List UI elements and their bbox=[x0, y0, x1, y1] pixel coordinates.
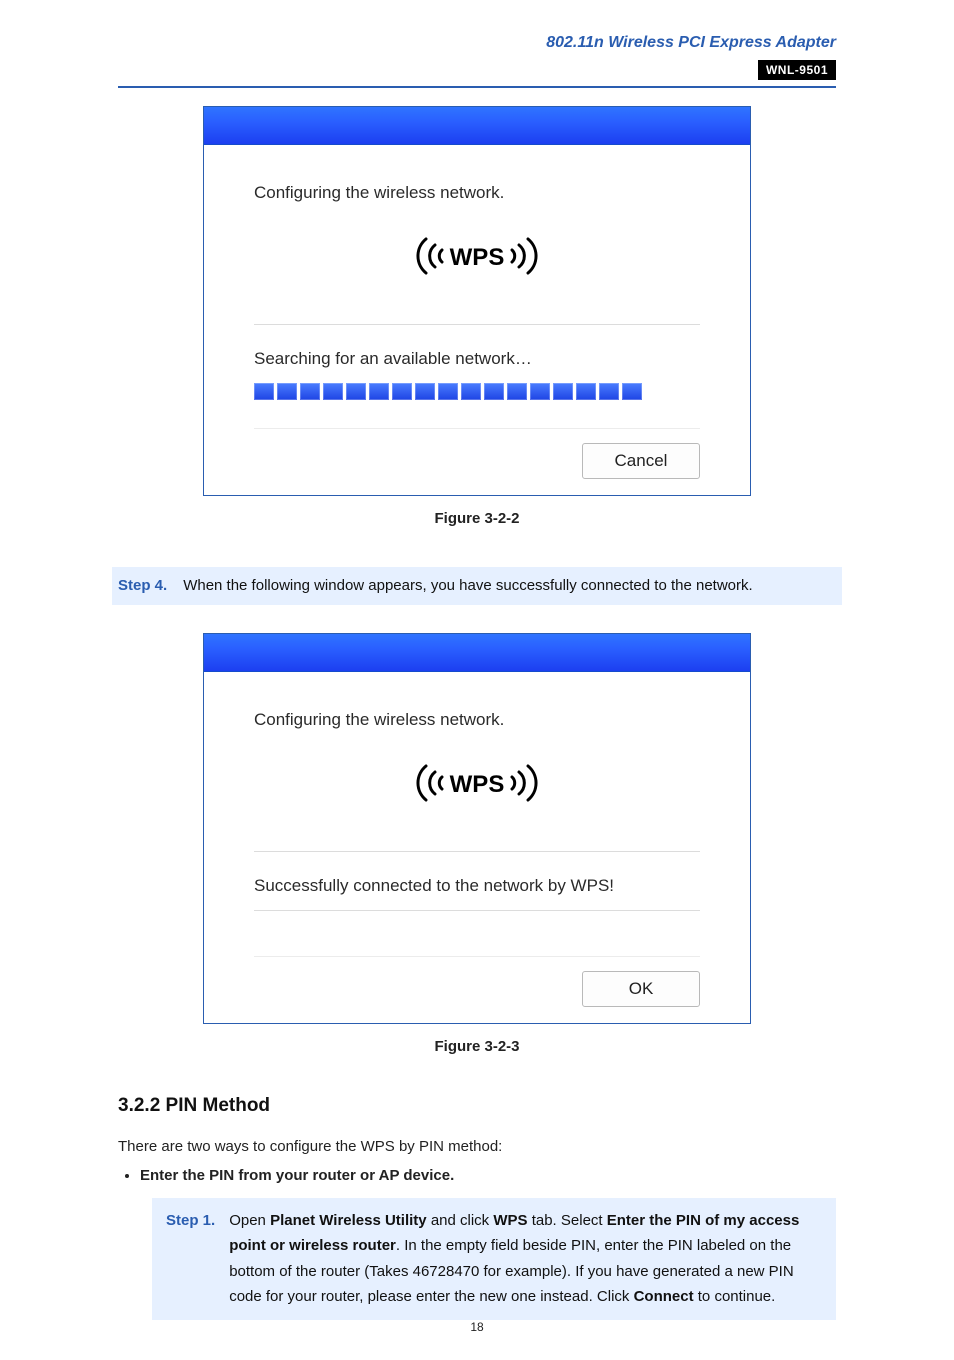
step-1-text: Open Planet Wireless Utility and click W… bbox=[229, 1208, 822, 1310]
ok-button[interactable]: OK bbox=[582, 971, 700, 1007]
progress-segment bbox=[599, 383, 619, 400]
progress-segment bbox=[530, 383, 550, 400]
progress-segment bbox=[576, 383, 596, 400]
cancel-button[interactable]: Cancel bbox=[582, 443, 700, 479]
wps-logo-text: WPS bbox=[450, 771, 505, 798]
figure-3-2-2: Configuring the wireless network. WPS bbox=[203, 106, 751, 496]
header-title: 802.11n Wireless PCI Express Adapter bbox=[118, 34, 836, 52]
progress-segment bbox=[553, 383, 573, 400]
progress-segment bbox=[438, 383, 458, 400]
figure-3-2-3: Configuring the wireless network. WPS bbox=[203, 633, 751, 1024]
dialog-titlebar bbox=[204, 634, 750, 672]
wps-logo-text: WPS bbox=[450, 244, 505, 271]
header-rule bbox=[118, 86, 836, 88]
step-4-label: Step 4. bbox=[116, 575, 167, 597]
progress-segment bbox=[392, 383, 412, 400]
dialog-status-success: Successfully connected to the network by… bbox=[254, 876, 700, 896]
page-header: 802.11n Wireless PCI Express Adapter WNL… bbox=[118, 34, 836, 88]
bullet-enter-pin: Enter the PIN from your router or AP dev… bbox=[140, 1167, 836, 1184]
progress-bar bbox=[254, 383, 700, 400]
dialog-message: Configuring the wireless network. bbox=[254, 183, 700, 203]
progress-segment bbox=[254, 383, 274, 400]
figure-caption-3-2-3: Figure 3-2-3 bbox=[118, 1038, 836, 1055]
step-4-banner: Step 4. When the following window appear… bbox=[112, 567, 842, 605]
section-heading-3-2-2: 3.2.2 PIN Method bbox=[118, 1095, 836, 1117]
progress-segment bbox=[300, 383, 320, 400]
step-4-text: When the following window appears, you h… bbox=[183, 575, 753, 597]
dialog-status: Searching for an available network… bbox=[254, 349, 700, 369]
model-badge: WNL-9501 bbox=[758, 60, 836, 80]
step-1-banner: Step 1. Open Planet Wireless Utility and… bbox=[152, 1198, 836, 1320]
wps-dialog-success: Configuring the wireless network. WPS bbox=[203, 633, 751, 1024]
dialog-titlebar bbox=[204, 107, 750, 145]
progress-segment bbox=[415, 383, 435, 400]
progress-segment bbox=[346, 383, 366, 400]
progress-segment bbox=[369, 383, 389, 400]
progress-segment bbox=[622, 383, 642, 400]
progress-segment bbox=[507, 383, 527, 400]
progress-segment bbox=[461, 383, 481, 400]
wps-logo: WPS bbox=[254, 758, 700, 813]
figure-caption-3-2-2: Figure 3-2-2 bbox=[118, 510, 836, 527]
step-1-label: Step 1. bbox=[164, 1208, 215, 1310]
progress-segment bbox=[323, 383, 343, 400]
dialog-message: Configuring the wireless network. bbox=[254, 710, 700, 730]
progress-segment bbox=[484, 383, 504, 400]
wps-logo: WPS bbox=[254, 231, 700, 286]
page-number: 18 bbox=[0, 1320, 954, 1334]
section-intro: There are two ways to configure the WPS … bbox=[118, 1135, 836, 1159]
wps-dialog-searching: Configuring the wireless network. WPS bbox=[203, 106, 751, 496]
progress-segment bbox=[277, 383, 297, 400]
